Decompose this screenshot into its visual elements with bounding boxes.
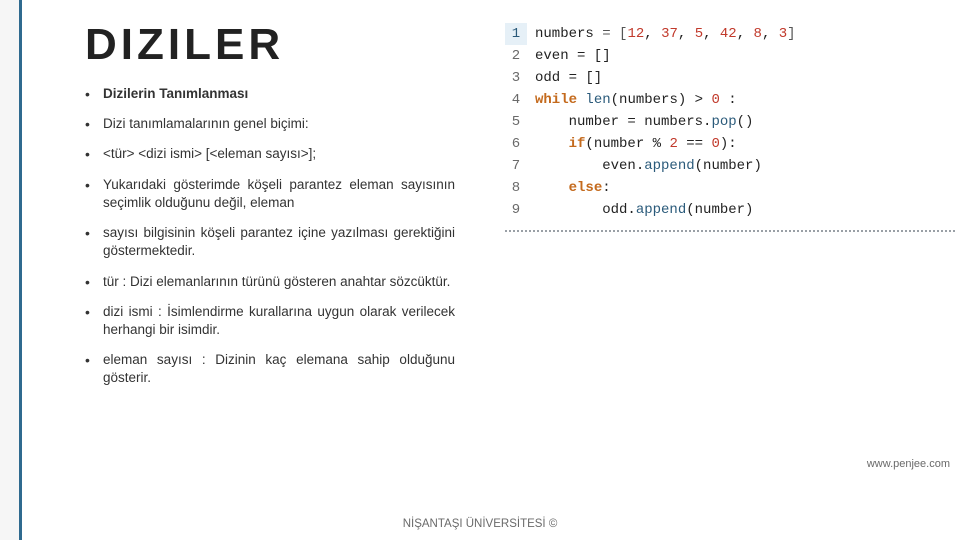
code-token: append [644,158,694,174]
bullet-item: eleman sayısı : Dizinin kaç elemana sahi… [85,351,455,387]
code-token: append [636,202,686,218]
line-number: 5 [505,111,527,133]
code-token: len [585,92,610,108]
code-token: 0 [711,92,719,108]
code-token: 5 [695,26,703,42]
code-token: 37 [661,26,678,42]
code-token: number = numbers. [535,114,711,130]
code-token: ] [787,26,795,42]
bullet-item: tür : Dizi elemanlarının türünü gösteren… [85,273,455,291]
slide: DIZILER Dizilerin Tanımlanması Dizi tanı… [0,0,960,540]
code-token: if [569,136,586,152]
left-accent-bar [0,0,22,540]
code-token: , [762,26,779,42]
bullet-item: dizi ismi : İsimlendirme kurallarına uyg… [85,303,455,339]
code-token [535,136,569,152]
code-token: 2 [669,136,677,152]
code-token: while [535,92,585,108]
content-area: Dizilerin Tanımlanması Dizi tanımlamalar… [85,85,455,400]
code-token: pop [711,114,736,130]
code-token: = [ [602,26,627,42]
bullet-item: sayısı bilgisinin köşeli parantez içine … [85,224,455,260]
code-token: ): [720,136,737,152]
footer-text: NİŞANTAŞI ÜNİVERSİTESİ © [0,518,960,530]
line-number: 8 [505,177,527,199]
line-number: 3 [505,67,527,89]
slide-title: DIZILER [85,20,284,70]
line-number: 6 [505,133,527,155]
code-token: even = [] [535,48,611,64]
code-token: , [703,26,720,42]
code-token: 42 [720,26,737,42]
code-token: (number % [585,136,669,152]
code-token: numbers [535,26,602,42]
line-number: 7 [505,155,527,177]
bullet-item: Yukarıdaki gösterimde köşeli parantez el… [85,176,455,212]
bullet-item: Dizi tanımlamalarının genel biçimi: [85,115,455,133]
watermark-text: www.penjee.com [867,458,950,470]
code-token: 0 [711,136,719,152]
line-number: 9 [505,199,527,221]
code-token: : [720,92,737,108]
code-token: (number) [695,158,762,174]
line-number: 1 [505,23,527,45]
dotted-separator [505,230,955,232]
code-token: 8 [754,26,762,42]
bullet-item: Dizilerin Tanımlanması [85,85,455,103]
code-token: else [569,180,603,196]
code-line-numbers: 1 2 3 4 5 6 7 8 9 [505,23,527,223]
code-token: == [678,136,712,152]
code-snippet: 1 2 3 4 5 6 7 8 9 numbers = [12, 37, 5, … [505,23,955,223]
code-token: , [737,26,754,42]
code-body: numbers = [12, 37, 5, 42, 8, 3] even = [… [535,23,796,221]
code-token: odd = [] [535,70,602,86]
code-token: , [678,26,695,42]
code-token: 12 [627,26,644,42]
code-token [535,180,569,196]
line-number: 4 [505,89,527,111]
code-token: odd. [535,202,636,218]
code-token: even. [535,158,644,174]
line-number: 2 [505,45,527,67]
code-token: (number) [686,202,753,218]
bullet-item: <tür> <dizi ismi> [<eleman sayısı>]; [85,145,455,163]
code-token: 3 [779,26,787,42]
code-token: (numbers) > [611,92,712,108]
code-token: : [602,180,610,196]
bullet-text: Dizilerin Tanımlanması [103,86,248,101]
bullet-list: Dizilerin Tanımlanması Dizi tanımlamalar… [85,85,455,388]
code-token: () [737,114,754,130]
code-token: , [644,26,661,42]
